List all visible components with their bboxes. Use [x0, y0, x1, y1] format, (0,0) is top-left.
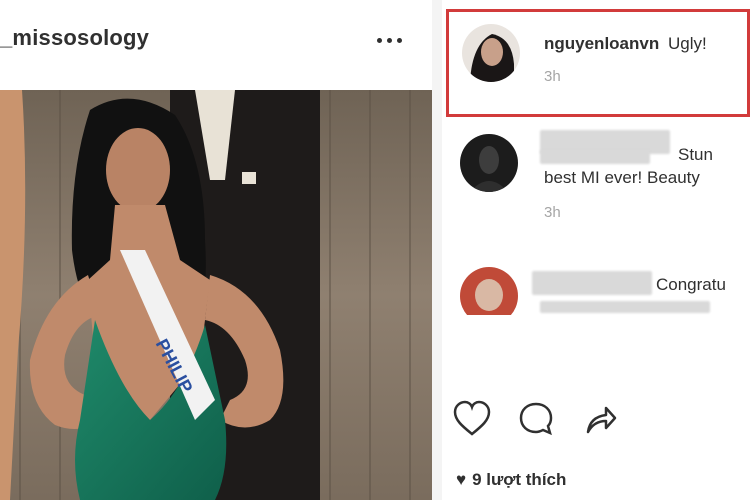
- post-photo-image: PHILIP: [0, 90, 432, 500]
- speech-bubble-icon[interactable]: [518, 401, 554, 437]
- action-bar: [442, 398, 750, 442]
- more-options-icon[interactable]: [377, 28, 405, 52]
- likes-count[interactable]: ♥ 9 lượt thích: [456, 470, 566, 490]
- pane-divider: [432, 0, 442, 500]
- blurred-text: [540, 301, 710, 313]
- post-username[interactable]: _missosology: [0, 25, 149, 51]
- share-arrow-icon[interactable]: [584, 403, 618, 435]
- blurred-author: [540, 150, 650, 164]
- comment-text: Stun: [678, 145, 713, 164]
- heart-filled-icon: ♥: [456, 470, 467, 489]
- comment-item: Stun best MI ever! Beauty 3h: [442, 120, 750, 250]
- comment-time: 3h: [544, 204, 561, 221]
- heart-outline-icon[interactable]: [452, 400, 492, 438]
- avatar-image: [460, 267, 518, 315]
- comment-text: Congratu: [656, 275, 726, 294]
- post-pane: _missosology PHILIP: [0, 0, 432, 500]
- post-header: _missosology: [0, 0, 432, 84]
- blurred-author: [532, 271, 652, 295]
- avatar[interactable]: [460, 267, 518, 315]
- avatar-image: [460, 134, 518, 192]
- comment-item: Congratu: [442, 255, 750, 315]
- likes-label: 9 lượt thích: [472, 470, 567, 489]
- comment-text-line2: best MI ever! Beauty: [544, 168, 700, 187]
- post-photo[interactable]: PHILIP: [0, 90, 432, 500]
- avatar[interactable]: [460, 134, 518, 192]
- highlight-box: [446, 9, 750, 117]
